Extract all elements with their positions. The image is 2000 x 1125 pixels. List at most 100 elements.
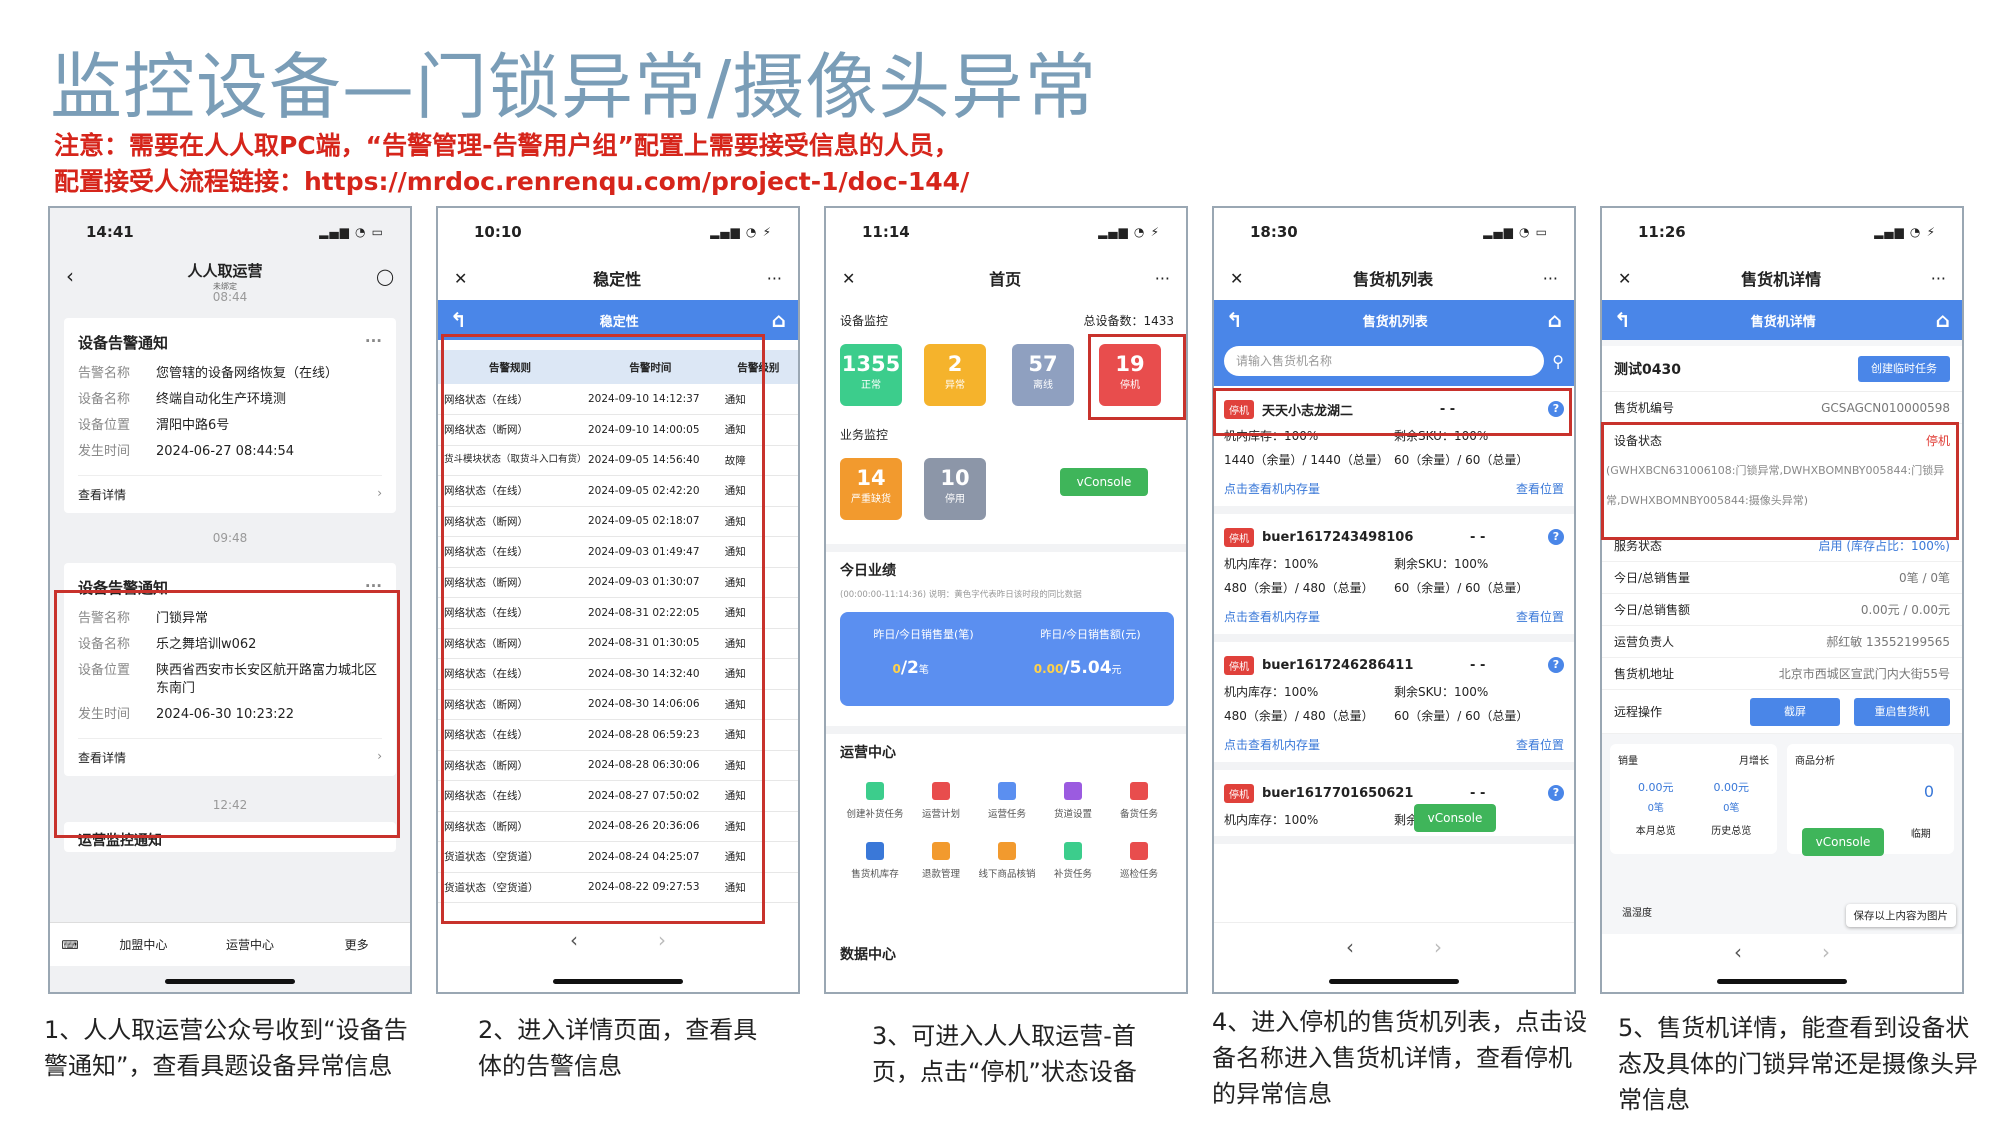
alert-card-2[interactable]: 设备告警通知 ··· 告警名称 门锁异常 设备名称 乐之舞培训w062 设备位置 陕西省… <box>64 563 396 776</box>
more-icon[interactable]: ··· <box>1931 269 1946 288</box>
table-row[interactable]: 网络状态（在线） 2024-09-10 14:12:37 通知 <box>438 384 798 415</box>
view-location-link[interactable]: 查看位置 <box>1516 736 1564 758</box>
next-icon[interactable]: › <box>658 928 666 952</box>
caption-2: 2、进入详情页面，查看具体的告警信息 <box>478 1016 758 1080</box>
machine-name-link[interactable]: buer1617246286411 <box>1262 658 1413 673</box>
table-row[interactable]: 货斗模块状态（取货斗入口有货） 2024-09-05 14:56:40 故障 <box>438 445 798 476</box>
save-as-image-button[interactable]: 保存以上内容为图片 <box>1845 904 1956 927</box>
severe-shortage-tile[interactable]: 14 严重缺货 <box>840 458 902 520</box>
vconsole-button[interactable]: vConsole <box>1414 804 1496 832</box>
more-icon[interactable]: ··· <box>365 332 382 353</box>
machine-list-item[interactable]: 停机 buer1617243498106- -? 机内库存：100% 剩余SKU：10… <box>1214 514 1574 642</box>
back-icon[interactable]: ‹ <box>66 264 74 288</box>
back-arrow-icon[interactable]: ↰ <box>450 308 467 332</box>
close-icon[interactable]: ✕ <box>842 269 855 288</box>
ops-menu-item[interactable]: 补货任务 <box>1040 842 1106 880</box>
next-icon[interactable]: › <box>1434 935 1442 959</box>
machine-list-item[interactable]: 停机 天天小志龙湖二 - -? 机内库存：100% 剩余SKU：100% 1440（余量）… <box>1214 386 1574 514</box>
vconsole-button[interactable]: vConsole <box>1802 828 1884 856</box>
table-row[interactable]: 网络状态（在线） 2024-08-27 07:50:02 通知 <box>438 780 798 812</box>
table-row[interactable]: 网络状态（在线） 2024-08-28 06:59:23 通知 <box>438 719 798 751</box>
table-row[interactable]: 网络状态（断网） 2024-08-31 01:30:05 通知 <box>438 628 798 659</box>
ops-menu-item[interactable]: 运营计划 <box>908 782 974 820</box>
menu-join-center[interactable]: 加盟中心 <box>90 936 197 953</box>
machine-name-link[interactable]: buer1617701650621 <box>1262 786 1413 801</box>
ops-menu-item[interactable]: 创建补货任务 <box>842 782 908 820</box>
machine-name-link[interactable]: 天天小志龙湖二 <box>1262 400 1353 419</box>
help-icon[interactable]: ? <box>1548 529 1564 545</box>
search-input[interactable]: 请输入售货机名称 <box>1224 346 1545 376</box>
month-growth-select[interactable]: 月增长 <box>1739 752 1769 767</box>
timestamp: 08:44 <box>212 290 248 304</box>
table-row[interactable]: 货道状态（空货道） 2024-08-24 04:25:07 通知 <box>438 841 798 873</box>
view-details-link[interactable]: 查看详情 › <box>78 738 382 766</box>
create-temp-task-button[interactable]: 创建临时任务 <box>1858 355 1950 382</box>
prev-icon[interactable]: ‹ <box>1346 935 1354 959</box>
machine-list-item[interactable]: 停机 buer1617246286411- -? 机内库存：100% 剩余SKU：10… <box>1214 642 1574 770</box>
close-icon[interactable]: ✕ <box>454 269 467 288</box>
table-row[interactable]: 网络状态（在线） 2024-08-30 14:32:40 通知 <box>438 658 798 690</box>
status-abnormal-tile[interactable]: 2 异常 <box>924 344 986 406</box>
view-stock-link[interactable]: 点击查看机内存量 <box>1224 608 1320 630</box>
table-row[interactable]: 网络状态（在线） 2024-09-05 02:42:20 通知 <box>438 475 798 507</box>
more-icon[interactable]: ··· <box>1543 269 1558 288</box>
next-icon[interactable]: › <box>1822 940 1830 964</box>
ops-center-title: 运营中心 <box>840 745 896 761</box>
home-icon[interactable]: ⌂ <box>1936 308 1950 332</box>
keyboard-icon[interactable]: ⌨ <box>50 938 90 952</box>
close-icon[interactable]: ✕ <box>1230 269 1243 288</box>
alert-card-1[interactable]: 设备告警通知 ··· 告警名称 您管辖的设备网络恢复（在线） 设备名称 终端自动化生产… <box>64 318 396 513</box>
prev-icon[interactable]: ‹ <box>570 928 578 952</box>
help-icon[interactable]: ? <box>1548 785 1564 801</box>
help-icon[interactable]: ? <box>1548 401 1564 417</box>
view-location-link[interactable]: 查看位置 <box>1516 608 1564 630</box>
more-icon[interactable]: ··· <box>365 577 382 598</box>
filter-icon[interactable]: ⚲ <box>1552 352 1564 371</box>
prev-icon[interactable]: ‹ <box>1734 940 1742 964</box>
table-row[interactable]: 货道状态（空货道） 2024-08-22 09:27:53 通知 <box>438 872 798 903</box>
back-arrow-icon[interactable]: ↰ <box>1614 308 1631 332</box>
view-details-link[interactable]: 查看详情 › <box>78 475 382 503</box>
timestamp: 09:48 <box>212 531 248 545</box>
status-stopped-tile[interactable]: 19 停机 <box>1099 344 1161 406</box>
nav-title: 售货机详情 <box>1741 270 1822 289</box>
table-row[interactable]: 网络状态（断网） 2024-09-05 02:18:07 通知 <box>438 506 798 537</box>
machine-name-link[interactable]: buer1617243498106 <box>1262 530 1413 545</box>
vconsole-button[interactable]: vConsole <box>1060 468 1148 496</box>
more-icon[interactable]: ··· <box>1155 269 1170 288</box>
view-stock-link[interactable]: 点击查看机内存量 <box>1224 480 1320 502</box>
disabled-tile[interactable]: 10 停用 <box>924 458 986 520</box>
table-row[interactable]: 网络状态（断网） 2024-08-30 14:06:06 通知 <box>438 689 798 720</box>
table-row[interactable]: 网络状态（断网） 2024-08-26 20:36:06 通知 <box>438 811 798 842</box>
table-row[interactable]: 网络状态（断网） 2024-09-03 01:30:07 通知 <box>438 567 798 598</box>
ops-menu-item[interactable]: 退款管理 <box>908 842 974 880</box>
machine-list-item[interactable]: 停机buer1617701650621- -?机内库存：100%剩余SKU：10… <box>1214 770 1574 844</box>
home-icon[interactable]: ⌂ <box>772 308 786 332</box>
status-normal-tile[interactable]: 1355 正常 <box>840 344 902 406</box>
help-icon[interactable]: ? <box>1548 657 1564 673</box>
more-icon[interactable]: ··· <box>767 269 782 288</box>
status-offline-tile[interactable]: 57 离线 <box>1012 344 1074 406</box>
temp-humidity: 温湿度 <box>1622 908 1652 919</box>
back-arrow-icon[interactable]: ↰ <box>1226 308 1243 332</box>
menu-ops-center[interactable]: 运营中心 <box>197 936 304 953</box>
reboot-button[interactable]: 重启售货机 <box>1854 697 1950 726</box>
table-cell: 2024-08-28 06:59:23 <box>582 719 719 751</box>
ops-menu-item[interactable]: 货道设置 <box>1040 782 1106 820</box>
screenshot-button[interactable]: 截屏 <box>1750 697 1840 726</box>
table-row[interactable]: 网络状态（在线） 2024-08-31 02:22:05 通知 <box>438 597 798 629</box>
profile-icon[interactable]: ◯ <box>376 267 394 286</box>
ops-menu-item[interactable]: 运营任务 <box>974 782 1040 820</box>
menu-more[interactable]: 更多 <box>303 936 410 953</box>
view-stock-link[interactable]: 点击查看机内存量 <box>1224 736 1320 758</box>
ops-menu-item[interactable]: 巡检任务 <box>1106 842 1172 880</box>
home-icon[interactable]: ⌂ <box>1548 308 1562 332</box>
close-icon[interactable]: ✕ <box>1618 269 1631 288</box>
ops-menu-item[interactable]: 售货机库存 <box>842 842 908 880</box>
table-row[interactable]: 网络状态（断网） 2024-08-28 06:30:06 通知 <box>438 750 798 781</box>
view-location-link[interactable]: 查看位置 <box>1516 480 1564 502</box>
table-row[interactable]: 网络状态（断网） 2024-09-10 14:00:05 通知 <box>438 414 798 446</box>
ops-menu-item[interactable]: 线下商品核销 <box>974 842 1040 880</box>
table-row[interactable]: 网络状态（在线） 2024-09-03 01:49:47 通知 <box>438 536 798 568</box>
ops-menu-item[interactable]: 备货任务 <box>1106 782 1172 820</box>
